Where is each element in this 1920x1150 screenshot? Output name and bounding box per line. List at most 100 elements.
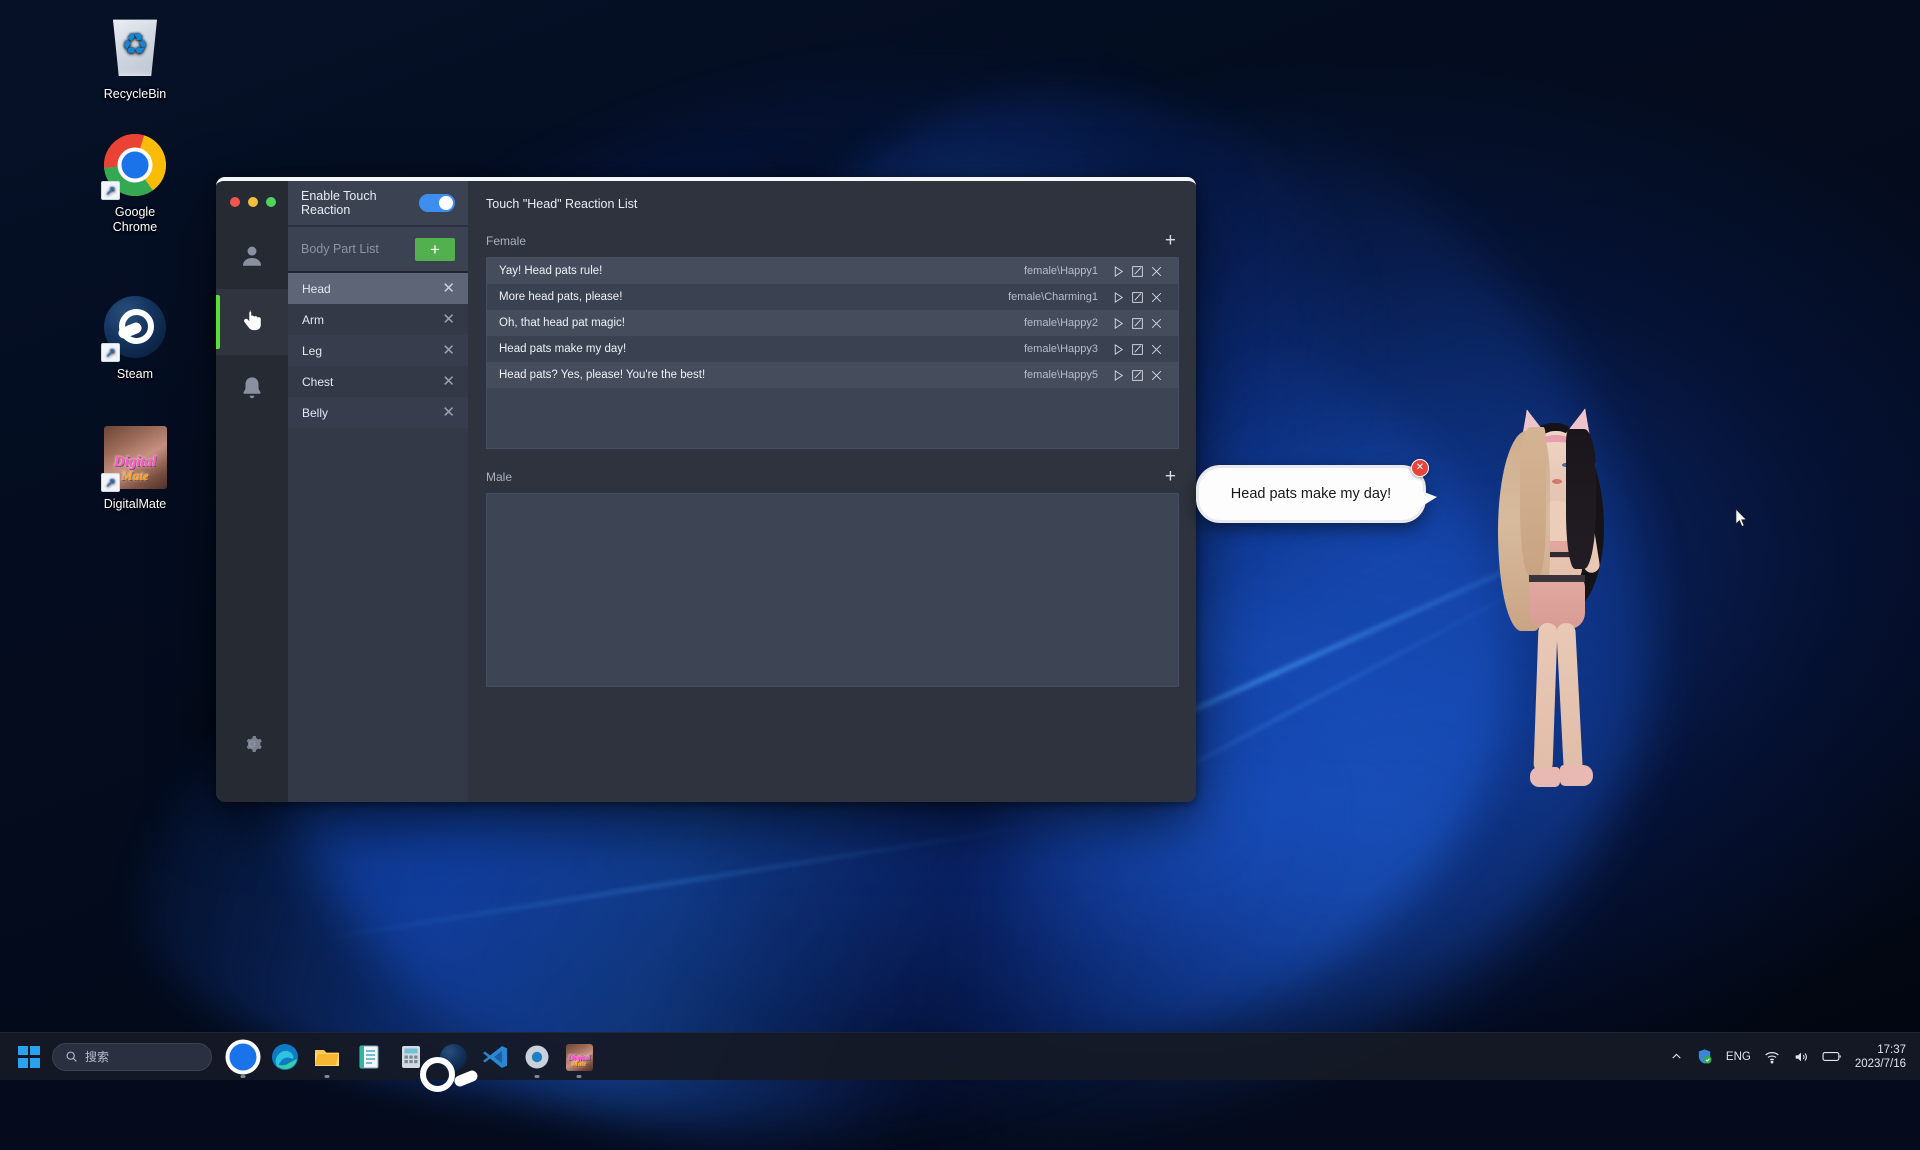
desktop-icon-label: DigitalMate: [80, 497, 190, 512]
character-speech-bubble[interactable]: Head pats make my day! ✕: [1196, 465, 1426, 523]
person-icon: [239, 243, 265, 269]
digitalmate-character-avatar[interactable]: [1480, 415, 1625, 1005]
windows-taskbar: 搜索 DigitalMate: [0, 1032, 1920, 1080]
recycle-bin-icon: [103, 16, 167, 80]
taskbar-vscode-icon[interactable]: [481, 1043, 509, 1071]
enable-touch-reaction-toggle[interactable]: [419, 194, 455, 212]
table-row[interactable]: More head pats, please! female\Charming1: [487, 284, 1178, 310]
chevron-up-icon[interactable]: [1670, 1050, 1683, 1063]
character-hair-dark: [1566, 429, 1596, 569]
taskbar-steam-icon[interactable]: [439, 1043, 467, 1071]
female-reaction-list[interactable]: Yay! Head pats rule! female\Happy1 More …: [486, 257, 1179, 449]
sidebar-item-settings[interactable]: [216, 716, 288, 802]
sidebar-item-character[interactable]: [216, 223, 288, 289]
table-row[interactable]: Yay! Head pats rule! female\Happy1: [487, 258, 1178, 284]
male-section-label: Male: [486, 470, 512, 484]
body-part-item-leg[interactable]: Leg ✕: [288, 335, 468, 366]
add-male-reaction-button[interactable]: +: [1162, 467, 1179, 486]
edit-icon[interactable]: [1128, 369, 1147, 382]
add-body-part-button[interactable]: +: [415, 238, 455, 261]
settings-column: Enable Touch Reaction Body Part List + H…: [288, 181, 468, 802]
reaction-path: female\Charming1: [1008, 291, 1098, 303]
desktop-icon-digitalmate[interactable]: Digital Mate ↗ DigitalMate: [80, 425, 190, 512]
enable-touch-reaction-row[interactable]: Enable Touch Reaction: [288, 181, 468, 227]
taskbar-file-explorer-icon[interactable]: [313, 1043, 341, 1071]
close-icon[interactable]: ✕: [1411, 459, 1429, 477]
table-row[interactable]: Head pats make my day! female\Happy3: [487, 336, 1178, 362]
delete-icon[interactable]: [1147, 291, 1166, 304]
edit-icon[interactable]: [1128, 265, 1147, 278]
shortcut-arrow-icon: ↗: [101, 473, 120, 492]
clock-date: 2023/7/16: [1855, 1057, 1906, 1071]
table-row[interactable]: Head pats? Yes, please! You're the best!…: [487, 362, 1178, 388]
page-title: Touch "Head" Reaction List: [486, 197, 1179, 211]
delete-icon[interactable]: [1147, 343, 1166, 356]
taskbar-chrome-icon[interactable]: [229, 1043, 257, 1071]
digitalmate-settings-window[interactable]: Enable Touch Reaction Body Part List + H…: [216, 177, 1196, 802]
delete-icon[interactable]: [1147, 265, 1166, 278]
taskbar-notepad-icon[interactable]: [355, 1043, 383, 1071]
volume-icon[interactable]: [1793, 1049, 1809, 1065]
body-part-item-belly[interactable]: Belly ✕: [288, 397, 468, 428]
sidebar-item-notification[interactable]: [216, 355, 288, 421]
body-part-label: Arm: [302, 313, 324, 327]
remove-body-part-icon[interactable]: ✕: [442, 374, 455, 389]
remove-body-part-icon[interactable]: ✕: [442, 343, 455, 358]
play-icon[interactable]: [1109, 369, 1128, 382]
play-icon[interactable]: [1109, 317, 1128, 330]
edit-icon[interactable]: [1128, 317, 1147, 330]
female-section-header: Female +: [486, 230, 1179, 251]
body-part-list-header: Body Part List +: [288, 227, 468, 273]
remove-body-part-icon[interactable]: ✕: [442, 281, 455, 296]
delete-icon[interactable]: [1147, 317, 1166, 330]
search-icon: [65, 1050, 78, 1063]
bell-icon: [239, 375, 265, 401]
reaction-text: Oh, that head pat magic!: [499, 317, 1024, 329]
character-leg-right: [1556, 623, 1583, 774]
desktop-icon-google-chrome[interactable]: ↗ Google Chrome: [80, 133, 190, 235]
speech-bubble-text: Head pats make my day!: [1231, 486, 1391, 502]
body-part-item-head[interactable]: Head ✕: [288, 273, 468, 304]
play-icon[interactable]: [1109, 291, 1128, 304]
play-icon[interactable]: [1109, 265, 1128, 278]
reaction-path: female\Happy3: [1024, 343, 1098, 355]
remove-body-part-icon[interactable]: ✕: [442, 405, 455, 420]
taskbar-unity-icon[interactable]: [523, 1043, 551, 1071]
desktop-icon-label: RecycleBin: [80, 87, 190, 102]
desktop-icon-label: Steam: [80, 367, 190, 382]
start-button[interactable]: [18, 1046, 40, 1068]
delete-icon[interactable]: [1147, 369, 1166, 382]
edit-icon[interactable]: [1128, 291, 1147, 304]
desktop-icon-steam[interactable]: ↗ Steam: [80, 295, 190, 382]
male-reaction-list[interactable]: [486, 493, 1179, 687]
shortcut-arrow-icon: ↗: [101, 181, 120, 200]
maximize-button[interactable]: [266, 197, 276, 207]
taskbar-clock[interactable]: 17:37 2023/7/16: [1855, 1043, 1906, 1071]
table-row[interactable]: Oh, that head pat magic! female\Happy2: [487, 310, 1178, 336]
close-button[interactable]: [230, 197, 240, 207]
language-indicator[interactable]: ENG: [1726, 1051, 1751, 1063]
desktop-icon-recyclebin[interactable]: RecycleBin: [80, 14, 190, 102]
body-part-item-arm[interactable]: Arm ✕: [288, 304, 468, 335]
rail-spacer: [216, 421, 288, 716]
reaction-text: More head pats, please!: [499, 291, 1008, 303]
wifi-icon[interactable]: [1764, 1049, 1780, 1065]
reaction-text: Yay! Head pats rule!: [499, 265, 1024, 277]
desktop-icon-label-line2: Chrome: [80, 220, 190, 235]
search-input[interactable]: 搜索: [52, 1043, 212, 1071]
minimize-button[interactable]: [248, 197, 258, 207]
reaction-path: female\Happy5: [1024, 369, 1098, 381]
taskbar-digitalmate-icon[interactable]: DigitalMate: [565, 1043, 593, 1071]
character-lips: [1552, 479, 1562, 484]
edit-icon[interactable]: [1128, 343, 1147, 356]
windows-security-icon[interactable]: [1696, 1048, 1713, 1065]
mouse-cursor: [1735, 508, 1748, 528]
body-part-item-chest[interactable]: Chest ✕: [288, 366, 468, 397]
sidebar-item-touch[interactable]: [216, 289, 288, 355]
remove-body-part-icon[interactable]: ✕: [442, 312, 455, 327]
battery-icon[interactable]: [1822, 1049, 1842, 1064]
taskbar-edge-icon[interactable]: [271, 1043, 299, 1071]
play-icon[interactable]: [1109, 343, 1128, 356]
gear-icon: [240, 732, 264, 756]
add-female-reaction-button[interactable]: +: [1162, 231, 1179, 250]
